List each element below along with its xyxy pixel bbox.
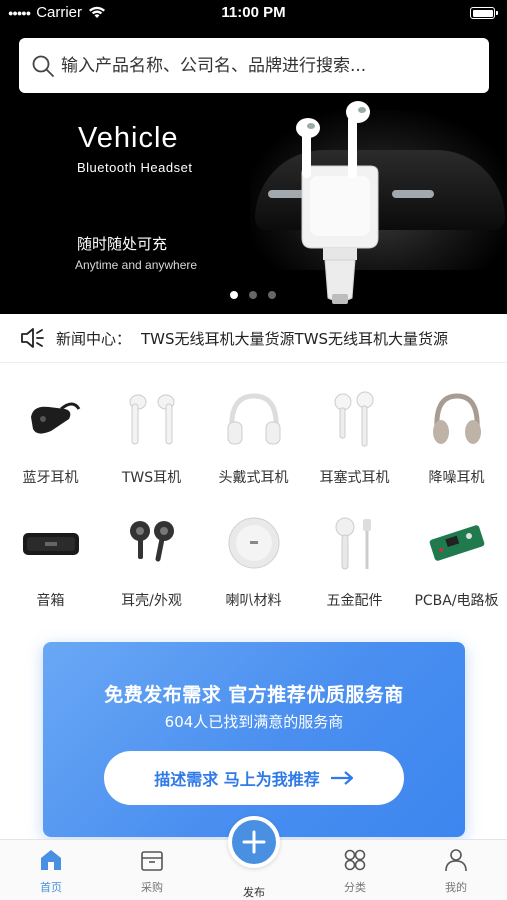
category-over-ear-headphones[interactable]: 头戴式耳机 xyxy=(203,390,304,487)
tab-label: 首页 xyxy=(40,881,62,894)
earphone-shell-icon xyxy=(129,521,174,562)
tab-label-publish: 发布 xyxy=(243,886,265,899)
category-label: PCBA/电路板 xyxy=(414,593,499,609)
earbud-headphones-icon xyxy=(334,391,373,447)
speaker-icon xyxy=(22,533,79,555)
page-dot-3[interactable] xyxy=(268,291,276,299)
car-charger-earbuds-image xyxy=(296,101,379,304)
hero-banner[interactable]: ●●●●● Carrier 11:00 PM Vehicle Bluetooth… xyxy=(0,0,507,314)
banner-page-indicator[interactable] xyxy=(230,291,276,299)
category-label: 五金配件 xyxy=(326,593,383,609)
tab-mine[interactable]: 我的 xyxy=(416,848,496,895)
page-dot-2[interactable] xyxy=(249,291,257,299)
tab-label: 分类 xyxy=(344,881,366,894)
arrow-right-icon xyxy=(330,771,353,785)
status-time: 11:00 PM xyxy=(221,4,286,21)
category-speakers[interactable]: 音箱 xyxy=(0,513,101,610)
news-label: 新闻中心： xyxy=(56,329,132,348)
category-bluetooth-earphones[interactable]: 蓝牙耳机 xyxy=(0,390,101,487)
category-earbud-headphones[interactable]: 耳塞式耳机 xyxy=(304,390,405,487)
speaker-announcement-icon xyxy=(21,328,44,348)
grid-four-circles-icon xyxy=(344,849,366,871)
plus-icon xyxy=(242,830,266,854)
bluetooth-earpiece-icon xyxy=(30,402,80,434)
publish-button[interactable] xyxy=(228,816,280,868)
tab-bar: 首页 采购 发布 分类 我的 xyxy=(0,816,507,900)
category-pcba-circuit[interactable]: PCBA/电路板 xyxy=(406,513,507,610)
promo-button-label: 描述需求 马上为我推荐 xyxy=(154,770,320,789)
page-dot-1[interactable] xyxy=(230,291,238,299)
tab-label: 我的 xyxy=(445,881,467,894)
battery-icon xyxy=(470,7,498,19)
category-label: 音箱 xyxy=(36,593,65,609)
category-hardware-accessories[interactable]: 五金配件 xyxy=(304,513,405,610)
noise-cancelling-headphones-icon xyxy=(432,393,481,444)
category-noise-cancelling[interactable]: 降噪耳机 xyxy=(406,390,507,487)
category-speaker-materials[interactable]: 喇叭材料 xyxy=(203,513,304,610)
promo-title: 免费发布需求 官方推荐优质服务商 xyxy=(104,684,404,706)
news-ticker[interactable]: 新闻中心： TWS无线耳机大量货源TWS无线耳机大量货源 xyxy=(0,314,507,363)
tab-home[interactable]: 首页 xyxy=(11,848,91,895)
category-label: 头戴式耳机 xyxy=(218,470,289,486)
over-ear-headphones-icon xyxy=(227,393,280,445)
tws-earbuds-icon xyxy=(129,394,174,445)
category-label: TWS耳机 xyxy=(121,470,182,486)
user-icon xyxy=(445,849,467,872)
news-headline[interactable]: TWS无线耳机大量货源TWS无线耳机大量货源 xyxy=(141,328,481,349)
home-icon xyxy=(41,850,61,870)
tab-purchase[interactable]: 采购 xyxy=(112,848,192,895)
category-label: 耳壳/外观 xyxy=(121,593,182,609)
promo-subtitle: 604人已找到满意的服务商 xyxy=(164,713,344,731)
category-label: 降噪耳机 xyxy=(428,470,485,486)
banner-title: Vehicle xyxy=(78,122,179,154)
promo-card: 免费发布需求 官方推荐优质服务商 604人已找到满意的服务商 描述需求 马上为我… xyxy=(43,642,465,837)
banner-slogan-cn: 随时随处可充 xyxy=(77,235,168,253)
circuit-board-icon xyxy=(429,525,484,561)
search-bar[interactable] xyxy=(19,38,489,93)
category-label: 喇叭材料 xyxy=(225,593,282,609)
tab-category[interactable]: 分类 xyxy=(315,848,395,895)
category-tws-earphones[interactable]: TWS耳机 xyxy=(101,390,202,487)
category-earphone-shell[interactable]: 耳壳/外观 xyxy=(101,513,202,610)
speaker-driver-icon xyxy=(228,517,279,569)
describe-requirement-button[interactable]: 描述需求 马上为我推荐 xyxy=(104,751,404,805)
tab-label: 采购 xyxy=(141,881,163,894)
banner-slogan-en: Anytime and anywhere xyxy=(75,258,198,272)
status-bar: ●●●●● Carrier 11:00 PM xyxy=(0,0,507,28)
purchase-box-icon xyxy=(141,851,163,871)
search-icon xyxy=(32,55,54,77)
hardware-accessory-icon xyxy=(335,517,371,570)
category-label: 蓝牙耳机 xyxy=(22,470,79,486)
search-input[interactable] xyxy=(61,55,481,76)
banner-subtitle: Bluetooth Headset xyxy=(77,160,193,175)
category-label: 耳塞式耳机 xyxy=(319,470,390,486)
